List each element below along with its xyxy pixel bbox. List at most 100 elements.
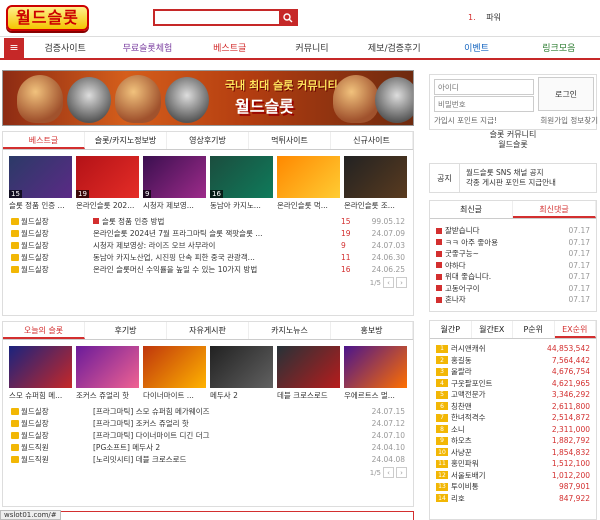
post-title-text: 시청자 제보영상: 라이즈 오브 사무라이 [93, 240, 216, 250]
post-title[interactable]: [프라그마틱] 다이너마이트 디긴 더그 [93, 430, 363, 441]
post-title[interactable]: 시청자 제보영상: 라이즈 오브 사무라이 [93, 240, 341, 251]
nav-item[interactable]: 무료슬롯체험 [106, 41, 188, 54]
main-banner[interactable]: 국내 최대 슬롯 커뮤니티 월드슬롯 [2, 70, 414, 126]
password-input[interactable] [434, 96, 534, 112]
next-page-button[interactable]: › [396, 467, 407, 478]
site-logo[interactable]: 월드슬롯 [6, 4, 132, 32]
thumbnail-card[interactable]: 9 시청자 제보영... [143, 156, 206, 211]
list-item[interactable]: 잘받습니다 07.17 [430, 225, 596, 237]
nav-item[interactable]: 검증사이트 [24, 41, 106, 54]
ranking-row[interactable]: 7 한녀적격수 2,514,872 [430, 412, 596, 424]
list-item[interactable]: 월드실장 [프라그마틱] 조커스 쥬얼리 핫 24.07.12 [11, 417, 405, 429]
ranking-row[interactable]: 11 홍민파워 1,512,100 [430, 458, 596, 470]
thumbnail-card[interactable]: 16 동남아 카지노... [210, 156, 273, 211]
prev-page-button[interactable]: ‹ [383, 467, 394, 478]
list-item[interactable]: 야하다 07.17 [430, 260, 596, 272]
list-item[interactable]: ㅋㅋ 아주 좋아용 07.17 [430, 237, 596, 249]
nav-item[interactable]: 이벤트 [435, 41, 517, 54]
realtime-rank[interactable]: 1. 파워 [468, 12, 501, 23]
ranking-row[interactable]: 13 투이비통 987,901 [430, 481, 596, 493]
menu-button[interactable]: ≡ [4, 37, 24, 58]
ranking-row[interactable]: 10 사냥꾼 1,854,832 [430, 447, 596, 459]
thumbnail-card[interactable]: 우에르트스 멀... [344, 346, 407, 401]
ranking-row[interactable]: 6 칭찬맨 2,611,800 [430, 401, 596, 413]
tab[interactable]: 슬롯/카지노정보방 [85, 132, 167, 149]
post-title[interactable]: 동남아 카지노산업, 시진핑 단속 피한 중국 관광객... [93, 252, 341, 263]
tab[interactable]: 영상후기방 [167, 132, 249, 149]
search-button[interactable] [279, 11, 296, 24]
ranking-row[interactable]: 3 울랄라 4,676,754 [430, 366, 596, 378]
thumbnail-card[interactable]: 메두사 2 [210, 346, 273, 401]
join-info-link[interactable]: 회원가입 정보찾기 [540, 115, 598, 126]
tab[interactable]: 자유게시판 [167, 322, 249, 339]
ranking-row[interactable]: 4 구웃팔포인트 4,621,965 [430, 378, 596, 390]
thumbnail-card[interactable]: 15 슬롯 정품 인증 ... [9, 156, 72, 211]
notice-box[interactable]: 공지 월드슬롯 SNS 채널 공지 각종 게시판 포인트 지급안내 [429, 163, 597, 193]
post-title[interactable]: [프라그마틱] 조커스 쥬얼리 핫 [93, 418, 363, 429]
list-item[interactable]: 월드실장 [프라그마틱] 스모 슈퍼힘 메가웨이즈 24.07.15 [11, 405, 405, 417]
ranking-row[interactable]: 5 고맥전문가 3,346,292 [430, 389, 596, 401]
username-input[interactable] [434, 79, 534, 95]
author: 월드직원 [11, 442, 93, 453]
tab[interactable]: 월간P [430, 321, 472, 338]
list-item[interactable]: 월드실장 온라인 슬롯머신 수익률을 높일 수 있는 10가지 방법 16 24.06… [11, 263, 405, 275]
ranking-row[interactable]: 12 서울토배기 1,012,200 [430, 470, 596, 482]
tab[interactable]: 신규사이트 [331, 132, 413, 149]
thumbnail-card[interactable]: 온라인슬롯 먹... [277, 156, 340, 211]
ranking-row[interactable]: 9 하오츠 1,882,792 [430, 435, 596, 447]
list-item[interactable]: 혼나자 07.17 [430, 294, 596, 306]
crown-icon [11, 419, 19, 427]
post-title[interactable]: 온라인슬롯 2024년 7월 프라그마틱 슬롯 잭팟슬롯 ... [93, 228, 341, 239]
nav-item[interactable]: 제보/검증후기 [353, 41, 435, 54]
list-item[interactable]: 월드직원 [노리밋시티] 데블 크로스로드 24.04.08 [11, 453, 405, 465]
post-title[interactable]: [프라그마틱] 스모 슈퍼힘 메가웨이즈 [93, 406, 363, 417]
post-title[interactable]: [PG소프트] 메두사 2 [93, 442, 363, 453]
rank-number: 12 [436, 471, 448, 480]
thumbnail-card[interactable]: 데블 크로스로드 [277, 346, 340, 401]
ranking-row[interactable]: 2 홍길동 7,564,442 [430, 355, 596, 367]
tab[interactable]: 먹튀사이트 [249, 132, 331, 149]
tab[interactable]: 오늘의 슬롯 [3, 322, 85, 339]
list-item[interactable]: 고동어구이 07.17 [430, 283, 596, 295]
list-item[interactable]: 월드직원 [PG소프트] 메두사 2 24.04.10 [11, 441, 405, 453]
thumbnail-card[interactable]: 스모 슈퍼힘 메... [9, 346, 72, 401]
join-point-link[interactable]: 가입시 포인트 지급! [434, 115, 497, 126]
tab[interactable]: 월간EX [472, 321, 513, 338]
tab[interactable]: 베스트글 [3, 132, 85, 149]
post-title[interactable]: 온라인 슬롯머신 수익률을 높일 수 있는 10가지 방법 [93, 264, 341, 275]
nav-item[interactable]: 링크모음 [518, 41, 600, 54]
ranking-row[interactable]: 8 소니 2,311,000 [430, 424, 596, 436]
tab[interactable]: P순위 [513, 321, 555, 338]
thumbnail-card[interactable]: 다이너마이트 ... [143, 346, 206, 401]
login-button[interactable]: 로그인 [538, 77, 594, 111]
tab[interactable]: 후기방 [85, 322, 167, 339]
crown-icon [11, 241, 19, 249]
thumbnail-card[interactable]: 온라인슬롯 조... [344, 156, 407, 211]
list-item[interactable]: 굿좋구능~ 07.17 [430, 248, 596, 260]
prev-page-button[interactable]: ‹ [383, 277, 394, 288]
tab[interactable]: 홍보방 [331, 322, 413, 339]
list-item[interactable]: 월드실장 동남아 카지노산업, 시진핑 단속 피한 중국 관광객... 11 24.0… [11, 251, 405, 263]
next-page-button[interactable]: › [396, 277, 407, 288]
list-item[interactable]: 월드실장 시청자 제보영상: 라이즈 오브 사무라이 9 24.07.03 [11, 239, 405, 251]
post-title[interactable]: 슬롯 정품 인증 방법 [93, 216, 341, 227]
search-input[interactable] [155, 11, 279, 24]
community-badge[interactable]: 슬롯 커뮤니티 월드슬롯 [429, 130, 597, 150]
post-title[interactable]: [노리밋시티] 데블 크로스로드 [93, 454, 363, 465]
tab[interactable]: 최신댓글 [513, 201, 596, 218]
ranking-row[interactable]: 14 리호 847,922 [430, 493, 596, 505]
list-item[interactable]: 월드실장 온라인슬롯 2024년 7월 프라그마틱 슬롯 잭팟슬롯 ... 19 24… [11, 227, 405, 239]
list-item[interactable]: 월드실장 [프라그마틱] 다이너마이트 디긴 더그 24.07.10 [11, 429, 405, 441]
thumbnail-card[interactable]: 19 온라인슬롯 202... [76, 156, 139, 211]
nav-item[interactable]: 베스트글 [189, 41, 271, 54]
nav-item[interactable]: 커뮤니티 [271, 41, 353, 54]
list-item[interactable]: 위대 좋습니다. 07.17 [430, 271, 596, 283]
tab[interactable]: EX순위 [554, 321, 596, 338]
thumbnail-card[interactable]: 조커스 쥬얼리 핫 [76, 346, 139, 401]
list-item[interactable]: 월드실장 슬롯 정품 인증 방법 15 99.05.12 [11, 215, 405, 227]
login-links: 가입시 포인트 지급! 회원가입 정보찾기 [434, 115, 598, 126]
tab[interactable]: 최신글 [430, 201, 513, 218]
tab[interactable]: 카지노뉴스 [249, 322, 331, 339]
comment-icon [436, 239, 442, 246]
ranking-row[interactable]: 1 러시앤캐쉬 44,853,542 [430, 343, 596, 355]
